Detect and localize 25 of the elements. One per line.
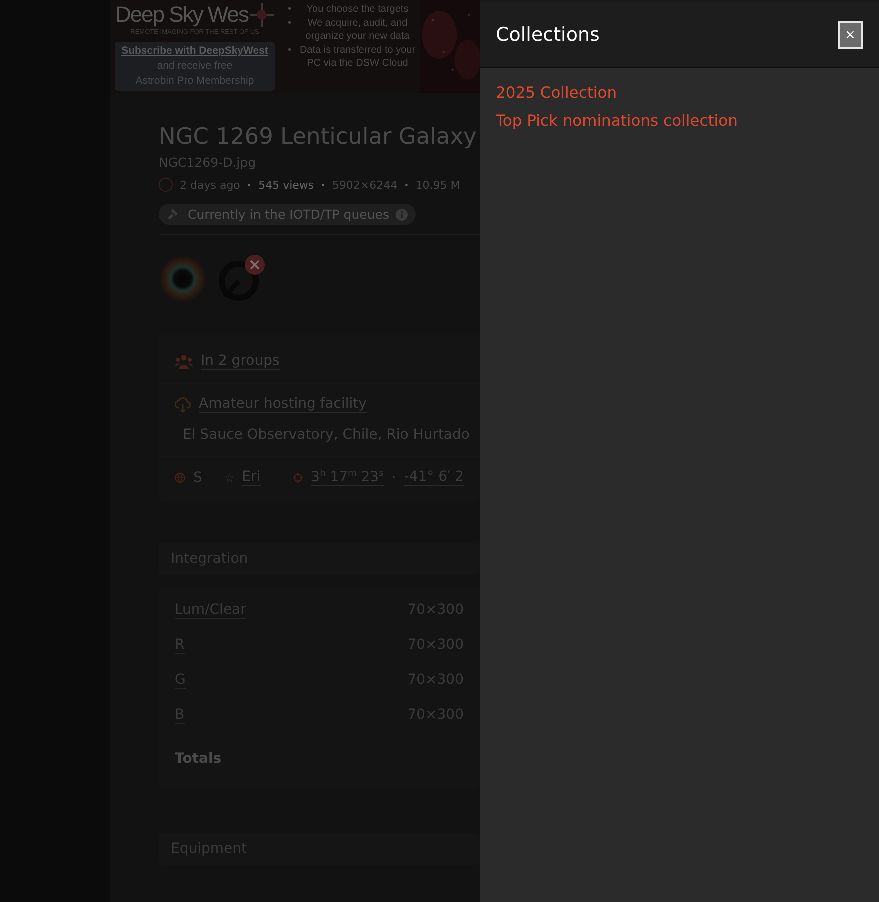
collection-link[interactable]: Top Pick nominations collection xyxy=(496,112,738,130)
bullet-marker: • xyxy=(288,44,292,58)
people-icon xyxy=(175,354,193,368)
info-icon[interactable] xyxy=(396,208,408,220)
bullet-marker: • xyxy=(288,16,292,30)
meta-text: 545 views xyxy=(258,178,314,192)
bullet-marker: • xyxy=(288,3,292,16)
separator-dot: · xyxy=(404,178,409,192)
cloud-icon xyxy=(175,396,191,412)
bullet-text: Data is transferred to your PC via the DSW Cloud xyxy=(298,44,417,70)
close-button[interactable]: × xyxy=(838,21,863,49)
galaxy-avatar-icon[interactable] xyxy=(159,254,207,302)
bullet-text: We acquire, audit, and organize your new data xyxy=(304,16,411,44)
bullet-text: You choose the targets xyxy=(306,3,410,16)
separator-dot: · xyxy=(321,178,326,192)
logo-text: Deep Sky Wes xyxy=(115,2,249,28)
separator-dot: · xyxy=(247,178,252,192)
copyright-icon xyxy=(159,178,173,192)
panel-title: Collections xyxy=(496,24,600,46)
image-title: NGC 1269 Lenticular Galaxy xyxy=(159,123,478,151)
subscribe-link[interactable]: Subscribe with DeepSkyWest xyxy=(115,44,275,59)
collection-link[interactable]: 2025 Collection xyxy=(496,84,618,102)
cross-symbol-icon xyxy=(248,2,275,28)
hammer-icon xyxy=(167,208,181,222)
separator-dot: · xyxy=(392,470,396,486)
